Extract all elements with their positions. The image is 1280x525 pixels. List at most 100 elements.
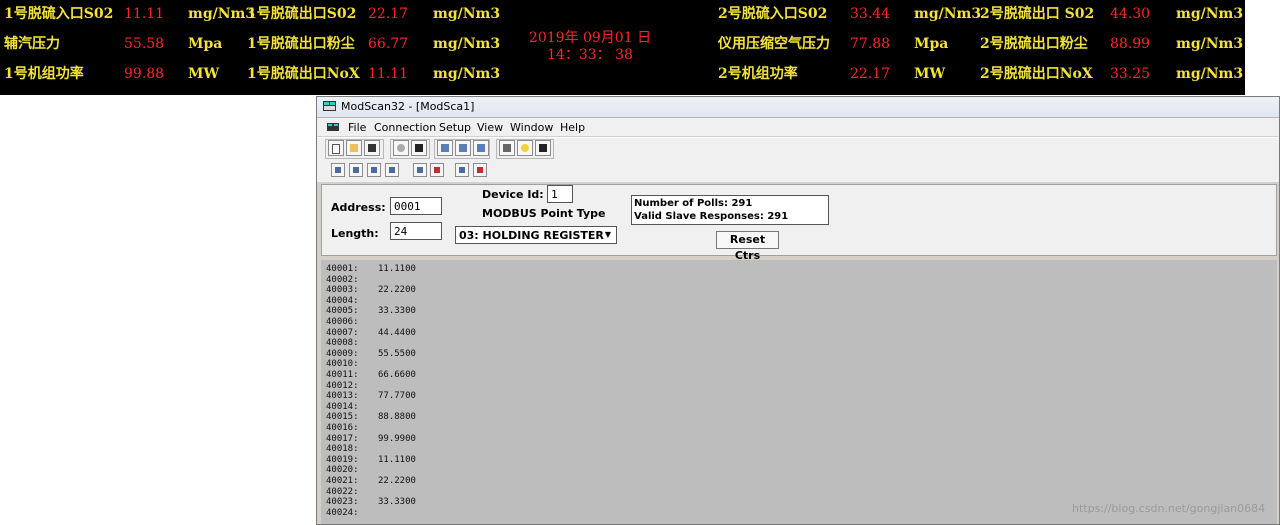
binary-format-icon[interactable]: [331, 163, 345, 177]
new-file-icon[interactable]: [328, 140, 344, 156]
led-label: 2号脱硫入口S02: [718, 6, 828, 22]
led-value: 22.17: [368, 6, 409, 22]
save-disk-icon[interactable]: [364, 140, 380, 156]
main-toolbar: [317, 137, 1279, 160]
mdi-child-icon[interactable]: [327, 123, 339, 131]
register-row: 40004:: [326, 296, 378, 306]
led-value: 55.58: [124, 36, 165, 52]
register-address: 40019:: [326, 454, 359, 465]
register-row: 40010:: [326, 359, 378, 369]
register-address: 40024:: [326, 507, 359, 518]
point-type-select[interactable]: 03: HOLDING REGISTER ▼: [455, 226, 617, 244]
help-question-icon[interactable]: [517, 140, 533, 156]
register-value: 66.6600: [378, 370, 416, 380]
valid-responses: Valid Slave Responses: 291: [634, 211, 789, 222]
connect-icon[interactable]: [393, 140, 409, 156]
register-row: 40001: 11.1100: [326, 264, 416, 274]
printer-icon[interactable]: [499, 140, 515, 156]
led-value: 99.88: [124, 66, 165, 82]
register-row: 40002:: [326, 275, 378, 285]
led-unit: mg/Nm3: [433, 6, 501, 22]
polls-count: Number of Polls: 291: [634, 198, 753, 209]
menu-view[interactable]: View: [477, 121, 503, 134]
register-address: 40002:: [326, 274, 359, 285]
register-value: 22.2200: [378, 476, 416, 486]
menu-window[interactable]: Window: [510, 121, 553, 134]
register-row: 40005: 33.3300: [326, 306, 416, 316]
swapped-double-format-icon[interactable]: [473, 163, 487, 177]
register-address: 40023:: [326, 497, 359, 508]
chevron-down-icon[interactable]: ▼: [602, 229, 614, 241]
register-row: 40006:: [326, 317, 378, 327]
register-address: 40004:: [326, 295, 359, 306]
register-value: 44.4400: [378, 327, 416, 338]
reset-ctrs-button[interactable]: Reset Ctrs: [716, 231, 779, 262]
led-label: 仪用压缩空气压力: [718, 36, 830, 52]
address-input[interactable]: 0001: [390, 197, 442, 215]
led-value: 44.30: [1110, 6, 1151, 22]
menu-setup[interactable]: Setup: [439, 121, 471, 134]
decimal-format-icon[interactable]: [349, 163, 363, 177]
hex-format-icon[interactable]: [367, 163, 381, 177]
watermark: https://blog.csdn.net/gongjian0684: [1072, 502, 1266, 515]
led-value: 33.25: [1110, 66, 1151, 82]
led-status-board: 1号脱硫入口S02 11.11 mg/Nm3 1号脱硫出口S02 22.17 m…: [0, 0, 1245, 95]
menu-help[interactable]: Help: [560, 121, 585, 134]
register-row: 40020:: [326, 465, 378, 475]
led-label: 2号脱硫出口 S02: [980, 6, 1095, 22]
integer-format-icon[interactable]: [385, 163, 399, 177]
show-traffic-icon[interactable]: [455, 140, 471, 156]
address-label: Address:: [331, 201, 386, 214]
menu-file[interactable]: File: [348, 121, 366, 134]
point-type-label: MODBUS Point Type: [482, 207, 606, 220]
register-value: 77.7700: [378, 391, 416, 402]
register-list: 40001: 11.1100 40002: 40003: 22.2200 40004: 40…: [321, 260, 1277, 524]
menu-connection[interactable]: Connection: [374, 121, 436, 134]
register-row: 40017: 99.9900: [326, 434, 416, 444]
register-row: 40018:: [326, 444, 378, 454]
register-address: 40015:: [326, 412, 359, 423]
led-label: 辅汽压力: [4, 36, 60, 52]
title-bar[interactable]: ModScan32 - [ModSca1]: [317, 97, 1279, 118]
swapped-float-format-icon[interactable]: [430, 163, 444, 177]
register-address: 40008:: [326, 338, 359, 349]
led-label: 1号脱硫出口S02: [247, 6, 357, 22]
led-value: 66.77: [368, 36, 409, 52]
length-label: Length:: [331, 227, 379, 240]
open-folder-icon[interactable]: [346, 140, 362, 156]
led-value: 11.11: [368, 66, 409, 82]
led-unit: MW: [188, 66, 220, 82]
device-id-label: Device Id:: [482, 188, 544, 201]
led-unit: mg/Nm3: [188, 6, 256, 22]
register-address: 40018:: [326, 444, 359, 455]
led-date: 2019年 09月01 日: [528, 30, 652, 46]
register-address: 40010:: [326, 359, 359, 370]
register-address: 40022:: [326, 486, 359, 497]
led-label: 1号脱硫出口粉尘: [247, 36, 355, 52]
float-format-icon[interactable]: [413, 163, 427, 177]
menu-bar: File Connection Setup View Window Help: [317, 118, 1279, 136]
modscan-window: ModScan32 - [ModSca1] File Connection Se…: [316, 96, 1280, 525]
led-unit: mg/Nm3: [1176, 6, 1244, 22]
register-value: 99.9900: [378, 433, 416, 444]
length-input[interactable]: 24: [390, 222, 442, 240]
register-row: 40024:: [326, 508, 378, 518]
led-label: 2号机组功率: [718, 66, 798, 82]
register-row: 40022:: [326, 487, 378, 497]
register-row: 40019: 11.1100: [326, 455, 416, 465]
print-screen-icon[interactable]: [473, 140, 489, 156]
device-id-input[interactable]: 1: [547, 185, 573, 203]
led-value: 88.99: [1110, 36, 1151, 52]
led-time: 14：33： 38: [547, 47, 633, 63]
register-row: 40008:: [326, 338, 378, 348]
disconnect-icon[interactable]: [411, 140, 427, 156]
led-unit: MW: [914, 66, 946, 82]
register-row: 40014:: [326, 402, 378, 412]
context-help-icon[interactable]: [535, 140, 551, 156]
register-value: 11.1100: [378, 454, 416, 465]
register-address: 40013:: [326, 391, 359, 402]
register-row: 40023: 33.3300: [326, 497, 416, 507]
poll-stats-box: Number of Polls: 291 Valid Slave Respons…: [631, 195, 829, 225]
display-options-icon[interactable]: [437, 140, 453, 156]
double-format-icon[interactable]: [455, 163, 469, 177]
